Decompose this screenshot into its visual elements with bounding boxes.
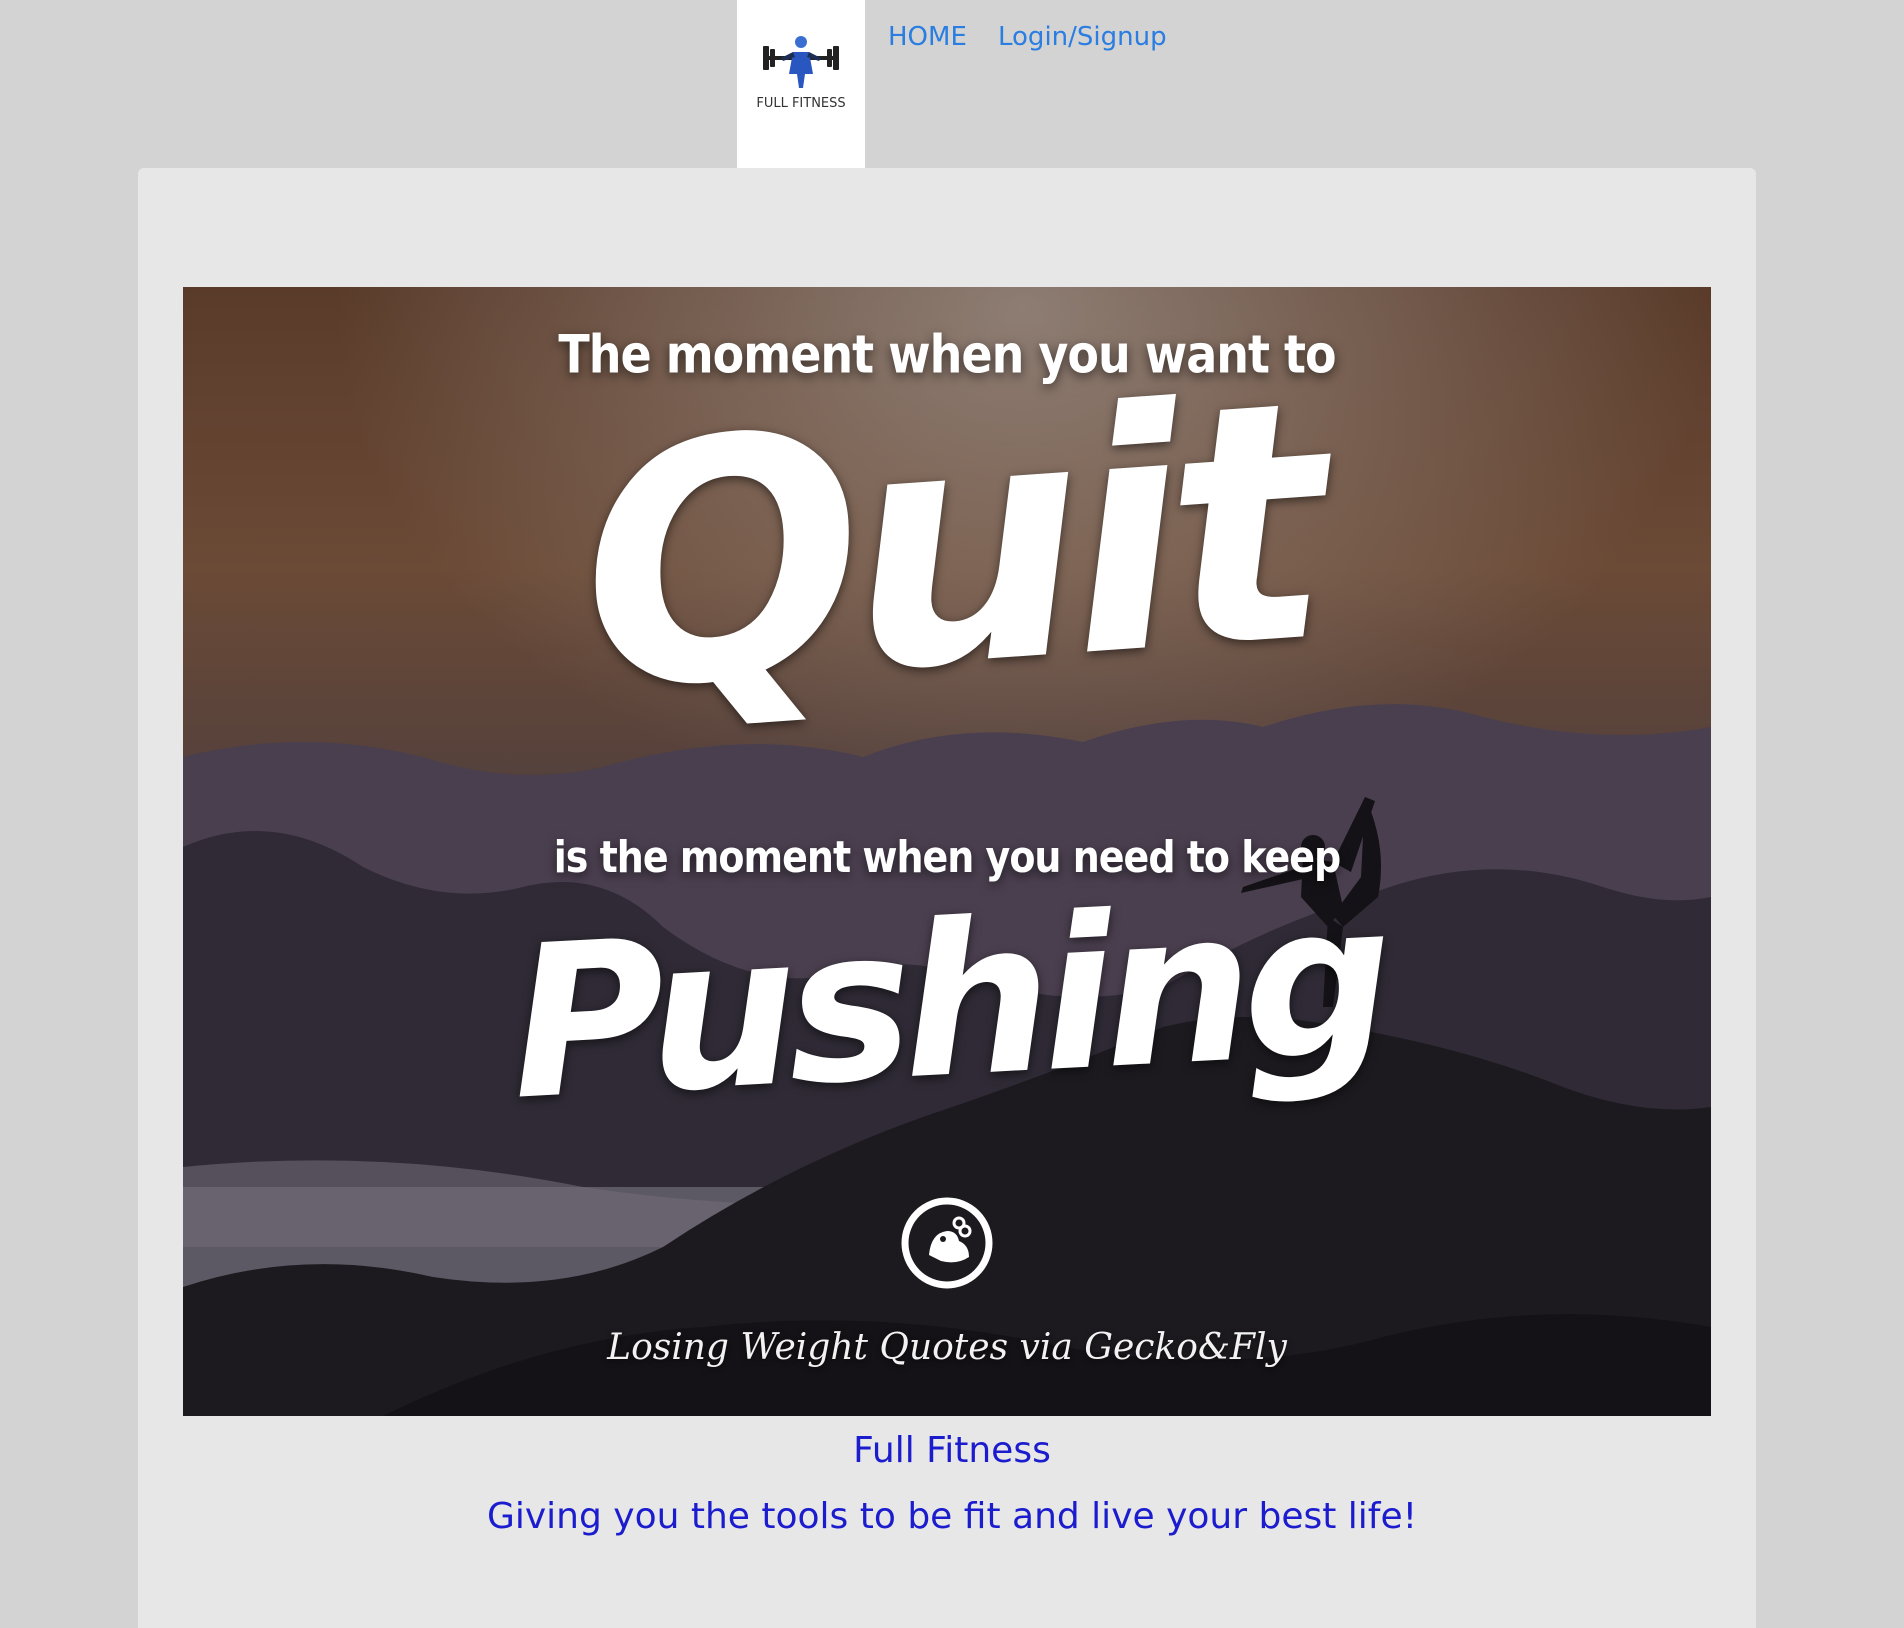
- site-tagline: Giving you the tools to be fit and live …: [486, 1496, 1418, 1537]
- top-navigation: FULL FITNESS HOME Login/Signup: [0, 0, 1904, 168]
- logo-text: FULL FITNESS: [756, 96, 846, 111]
- image-credit: Losing Weight Quotes via Gecko&Fly: [607, 1327, 1287, 1368]
- nav-login-signup-link[interactable]: Login/Signup: [998, 22, 1167, 52]
- nav-home-link[interactable]: HOME: [888, 22, 967, 52]
- site-title: Full Fitness: [853, 1430, 1051, 1471]
- bird-emblem-icon: [901, 1197, 993, 1289]
- site-logo-link[interactable]: FULL FITNESS: [737, 0, 865, 168]
- hero-motivation-image: The moment when you want to Quit is the …: [183, 287, 1711, 1416]
- weightlifter-barbell-icon: [763, 36, 839, 88]
